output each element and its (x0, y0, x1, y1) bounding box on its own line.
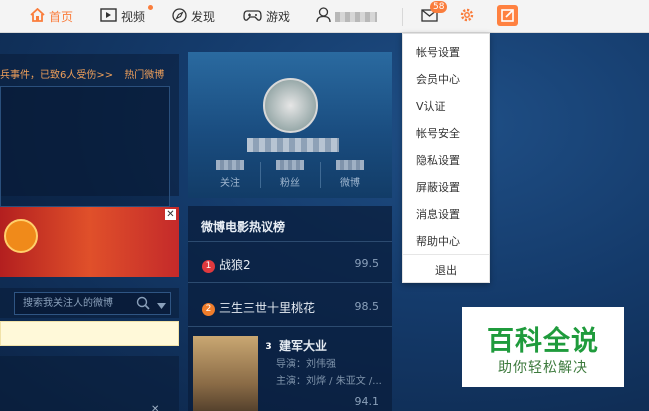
movie-score: 94.1 (354, 395, 380, 408)
menu-item-account-security[interactable]: 帐号安全 (416, 125, 460, 141)
menu-item-vip-center[interactable]: 会员中心 (416, 71, 460, 87)
nav-divider (402, 8, 403, 26)
edit-icon (501, 9, 514, 22)
compose-panel: 兵事件，已致6人受伤>> 热门微博 公开 ∨ 发布 (0, 54, 179, 244)
lower-panel: ✕ (0, 356, 179, 411)
stat-posts-label: 微博 (340, 178, 360, 189)
movie-poster[interactable] (193, 336, 258, 411)
movie-cast: 主演：刘烨 / 朱亚文 /... (276, 376, 382, 387)
nav-user[interactable] (316, 0, 377, 33)
compose-edit-button[interactable] (497, 5, 518, 26)
nav-home[interactable]: 首页 (30, 0, 73, 33)
rank-badge: 3 (265, 342, 272, 352)
menu-item-block-settings[interactable]: 屏蔽设置 (416, 179, 460, 195)
stat-followers-label: 粉丝 (280, 178, 300, 189)
gear-icon (459, 7, 475, 26)
ad-banner[interactable]: ✕ (0, 207, 179, 277)
movie-name: 战狼2 (219, 258, 251, 272)
movie-name: 建军大业 (279, 339, 328, 353)
stat-following-count (216, 160, 244, 170)
movie-list-title: 微博电影热议榜 (201, 220, 286, 234)
stat-divider (260, 162, 261, 188)
message-count-badge: 58 (430, 1, 448, 13)
stat-following[interactable]: 关注 (206, 160, 254, 189)
nav-games[interactable]: 游戏 (243, 0, 290, 33)
list-item[interactable]: 2 三生三世十里桃花 (202, 299, 315, 316)
nav-video-label: 视频 (121, 10, 146, 24)
notice-bar (0, 321, 179, 346)
stat-following-label: 关注 (220, 178, 240, 189)
nav-video[interactable]: 视频 (100, 0, 145, 33)
news-line[interactable]: 兵事件，已致6人受伤>> (0, 70, 113, 81)
nav-games-label: 游戏 (266, 10, 291, 24)
stat-followers[interactable]: 粉丝 (266, 160, 314, 189)
hot-weibo-link[interactable]: 热门微博 (124, 70, 164, 81)
menu-item-message-settings[interactable]: 消息设置 (416, 206, 460, 222)
movie-score: 99.5 (354, 257, 380, 270)
movie-director: 导演：刘伟强 (276, 359, 336, 370)
rank-badge: 2 (202, 303, 215, 316)
nickname-blurred[interactable] (247, 138, 339, 152)
user-icon (316, 7, 331, 26)
avatar[interactable] (263, 78, 318, 133)
watermark-title: 百科全说 (487, 326, 599, 357)
stat-posts-count (336, 160, 364, 170)
stat-posts[interactable]: 微博 (326, 160, 374, 189)
nav-home-label: 首页 (49, 10, 74, 24)
watermark-logo: 百科全说 助你轻松解决 (462, 307, 624, 387)
movie-name: 三生三世十里桃花 (219, 301, 316, 315)
news-ticker[interactable]: 兵事件，已致6人受伤>> 热门微博 (0, 66, 179, 81)
divider (188, 326, 392, 327)
video-new-dot (148, 5, 153, 10)
menu-item-help-center[interactable]: 帮助中心 (416, 233, 460, 249)
settings-dropdown: 帐号设置 会员中心 V认证 帐号安全 隐私设置 屏蔽设置 消息设置 帮助中心 退… (402, 33, 490, 283)
menu-item-account-settings[interactable]: 帐号设置 (416, 44, 460, 60)
stat-followers-count (276, 160, 304, 170)
divider (188, 241, 392, 242)
list-item[interactable]: 1 战狼2 (202, 256, 251, 273)
list-item[interactable]: 3 建军大业 (262, 337, 327, 354)
gamepad-icon (243, 8, 262, 25)
rank-badge: 1 (202, 260, 215, 273)
caret-down-icon[interactable] (157, 298, 166, 312)
compose-textarea[interactable] (0, 86, 170, 207)
menu-divider (403, 254, 489, 255)
home-icon (30, 7, 45, 25)
username-blurred (335, 11, 377, 22)
movie-hot-list: 微博电影热议榜 1 战狼2 99.5 2 三生三世十里桃花 98.5 3 建军大业 导… (188, 206, 392, 411)
menu-item-logout[interactable]: 退出 (435, 262, 457, 278)
search-icon[interactable] (136, 296, 150, 313)
watermark-subtitle: 助你轻松解决 (498, 360, 588, 376)
banner-close-button[interactable]: ✕ (165, 209, 176, 220)
nav-discover-label: 发现 (191, 10, 216, 24)
stat-divider (320, 162, 321, 188)
video-icon (100, 8, 117, 25)
nav-discover[interactable]: 发现 (172, 0, 215, 33)
divider (188, 282, 392, 283)
close-icon[interactable]: ✕ (151, 404, 159, 411)
compass-icon (172, 7, 187, 26)
follow-search-panel: 搜索我关注人的微博 (0, 288, 179, 318)
menu-item-verification[interactable]: V认证 (416, 98, 446, 114)
top-nav-bar: 首页 视频 发现 游戏 58 (0, 0, 649, 33)
nav-settings[interactable] (459, 0, 479, 33)
movie-score: 98.5 (354, 300, 380, 313)
profile-card: 关注 粉丝 微博 (188, 52, 392, 198)
menu-item-privacy[interactable]: 隐私设置 (416, 152, 460, 168)
basketball-graphic (4, 219, 38, 253)
